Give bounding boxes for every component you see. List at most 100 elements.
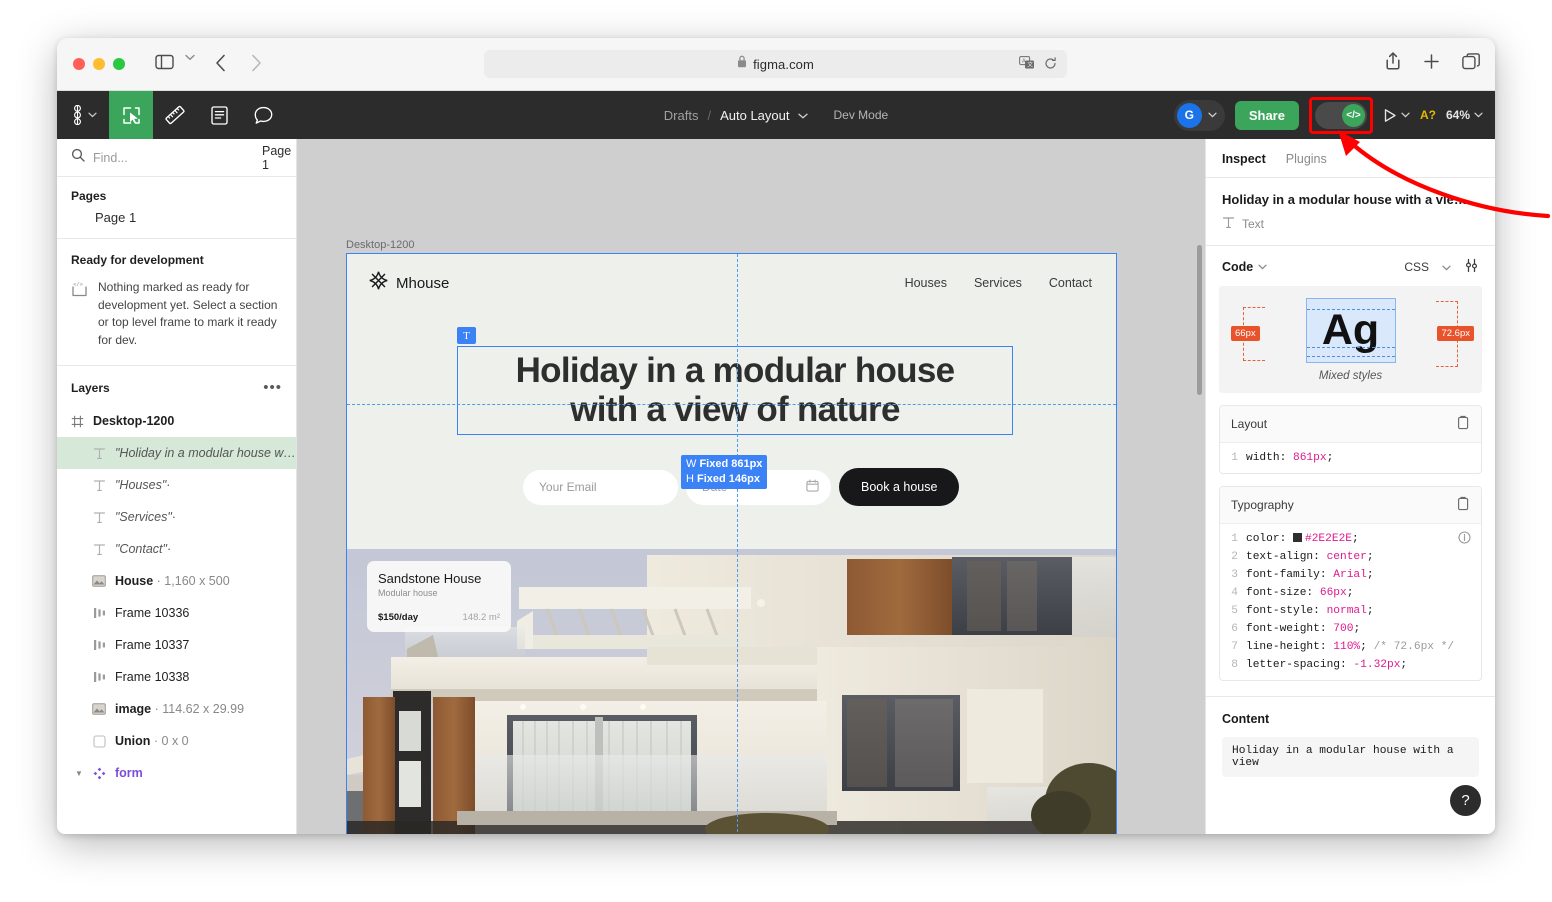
show-tabs-icon[interactable] [1462,52,1481,75]
tab-inspect[interactable]: Inspect [1222,152,1266,166]
search-icon [71,148,85,167]
ready-text: Nothing marked as ready for development … [98,280,278,347]
zoom-control[interactable]: 64% [1446,108,1483,122]
text-layer-badge: T [457,327,476,344]
close-window-button[interactable] [73,58,85,70]
layer-name: Frame 10336 [115,606,190,621]
typography-code-body[interactable]: 1 color: #2E2E2E; 2 text-align: center; 3 fon… [1220,524,1481,680]
layers-more-icon[interactable]: ••• [263,379,282,396]
component-icon [91,767,107,780]
code-line: 7 line-height: 110%; /* 72.6px */ [1220,638,1481,656]
selection-type-label: Text [1242,217,1265,231]
nav-link-services[interactable]: Services [974,276,1022,290]
design-canvas[interactable]: Desktop-1200 Mhouse Houses Services Cont… [297,139,1205,834]
search-input[interactable] [93,150,254,165]
layout-title: Layout [1231,417,1268,431]
help-button[interactable]: ? [1450,785,1481,816]
translate-icon[interactable]: A文 [1019,56,1035,75]
content-text[interactable]: Holiday in a modular house with a view [1222,737,1479,777]
inspect-tabs: Inspect Plugins [1206,139,1495,178]
text-icon [91,543,107,556]
house-card[interactable]: Sandstone House Modular house $150/day 1… [367,561,511,632]
move-tool[interactable] [109,91,153,139]
layer-row[interactable]: "Holiday in a modular house w…· [57,437,296,470]
code-line: 3 font-family: Arial; [1220,566,1481,584]
language-select[interactable]: CSS [1404,260,1429,274]
hero-heading-line2: with a view of nature [570,389,900,429]
back-button[interactable] [215,54,226,72]
browser-window: figma.com A文 Drafts / Auto Layout Dev Mo… [57,38,1495,834]
clipboard-icon[interactable] [1456,415,1470,433]
sidebar-toggle-icon[interactable] [155,54,174,70]
layer-row[interactable]: House · 1,160 x 500 [57,565,296,597]
email-field[interactable]: Your Email [523,469,678,505]
new-tab-icon[interactable] [1423,53,1440,75]
layer-row[interactable]: Frame 10337 [57,629,296,661]
reload-icon[interactable] [1044,56,1057,75]
code-value: 861px [1293,452,1327,464]
artboard-desktop-1200[interactable]: Mhouse Houses Services Contact T Holiday… [346,253,1117,834]
layout-code-body[interactable]: 1 width: 861px; [1220,443,1481,473]
sliders-icon[interactable] [1464,258,1479,276]
selected-heading-frame[interactable]: T Holiday in a modular house with a view… [457,327,1013,435]
annotate-tool[interactable] [197,91,241,139]
layer-name: House · 1,160 x 500 [115,574,230,589]
share-upload-icon[interactable] [1385,52,1401,75]
site-logo[interactable]: Mhouse [369,271,449,295]
layer-name: Frame 10338 [115,670,190,685]
ready-for-development-section: Ready for development </> Nothing marked… [57,238,296,365]
chevron-down-icon[interactable] [1258,262,1267,272]
present-button[interactable] [1383,108,1410,123]
measure-tool[interactable] [153,91,197,139]
avatar[interactable]: G [1176,102,1202,128]
layer-row[interactable]: Frame 10338 [57,661,296,693]
code-line-number: 1 [1231,533,1238,545]
page-list-item[interactable]: Page 1 [71,203,282,232]
layer-row[interactable]: "Houses"· [57,469,296,501]
frame-label[interactable]: Desktop-1200 [346,239,415,251]
union-icon [91,735,107,748]
code-text: color: #2E2E2E; [1246,533,1359,545]
canvas-scrollbar[interactable] [1197,245,1202,395]
maximize-window-button[interactable] [113,58,125,70]
chevron-down-icon[interactable] [798,106,809,124]
comment-tool[interactable] [241,91,285,139]
chevron-down-icon[interactable] [1442,260,1451,274]
address-bar[interactable]: figma.com A文 [484,50,1067,78]
typography-card-header: Typography [1220,487,1481,524]
book-a-house-button[interactable]: Book a house [839,468,960,506]
tab-plugins[interactable]: Plugins [1286,152,1327,166]
clipboard-icon[interactable] [1456,496,1470,514]
layer-row[interactable]: Union · 0 x 0 [57,725,296,757]
card-area: 148.2 m² [462,612,501,623]
layer-row[interactable]: ▼ form [57,757,296,789]
breadcrumb-file[interactable]: Auto Layout [720,108,789,123]
breadcrumb-project[interactable]: Drafts [664,108,699,123]
code-value: 700 [1333,623,1354,635]
accessibility-badge[interactable]: A? [1420,108,1436,122]
site-nav-links: Houses Services Contact [905,276,1092,290]
nav-link-contact[interactable]: Contact [1049,276,1092,290]
typography-title: Typography [1231,498,1294,512]
forward-button[interactable] [251,54,262,72]
layer-row[interactable]: Desktop-1200 [57,405,296,437]
chevron-down-icon [1208,112,1217,118]
chevron-down-icon[interactable]: ▼ [75,769,83,778]
layer-row[interactable]: Frame 10336 [57,597,296,629]
avatar-group[interactable]: G [1173,99,1225,131]
site-navbar: Mhouse Houses Services Contact [347,254,1116,312]
minimize-window-button[interactable] [93,58,105,70]
house-photo[interactable]: Sandstone House Modular house $150/day 1… [347,549,1116,834]
chevron-down-icon[interactable] [185,54,195,61]
layer-row[interactable]: "Services"· [57,501,296,533]
nav-link-houses[interactable]: Houses [905,276,947,290]
info-icon[interactable] [1458,531,1471,547]
figma-logo-icon[interactable] [57,91,109,139]
svg-text:文: 文 [1027,61,1033,69]
share-button[interactable]: Share [1234,100,1299,130]
layer-row[interactable]: image · 114.62 x 29.99 [57,693,296,725]
page-select-label: Page 1 [262,143,292,172]
layer-row[interactable]: "Contact"· [57,533,296,565]
dev-mode-toggle[interactable]: </> [1314,101,1367,129]
layer-name: Frame 10337 [115,638,190,653]
